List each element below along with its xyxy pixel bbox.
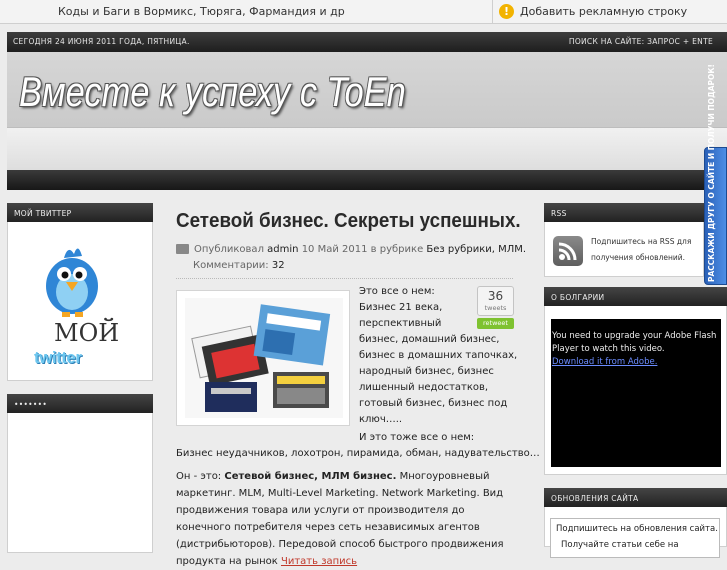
rss-icon[interactable] (553, 236, 583, 266)
tweet-count: 36 (487, 289, 504, 303)
comments-count[interactable]: 32 (272, 260, 285, 271)
lead-line: лишенный недостатков, (359, 382, 489, 393)
ad-bar-divider (492, 0, 493, 24)
flash-message: You need to upgrade your Adobe Flash Pla… (552, 330, 720, 369)
read-more-link[interactable]: Читать запись (281, 556, 357, 567)
tell-a-friend-label: РАССКАЖИ ДРУГУ О САЙТЕ И ПОЛУЧИ ПОДАРОК! (707, 64, 716, 282)
post-meta: Опубликовал admin 10 Май 2011 в рубрике … (176, 244, 526, 255)
post-categories[interactable]: Без рубрики, МЛМ. (426, 244, 526, 255)
lead-line: перспективный (359, 318, 442, 329)
twitter-widget-title: МОЙ ТВИТТЕР (7, 203, 153, 222)
post-title[interactable]: Сетевой бизнес. Секреты успешных. (176, 210, 521, 233)
subscribe-line1: Подпишитесь на обновления сайта. (556, 524, 718, 534)
ad-bar: Коды и Баги в Вормикс, Тюряга, Фармандия… (0, 0, 727, 24)
tweet-unit: tweets (484, 304, 507, 312)
ad-bar-left-link[interactable]: Коды и Баги в Вормикс, Тюряга, Фармандия… (58, 5, 345, 18)
post-date: 10 Май 2011 (301, 244, 368, 255)
post-body: Он - это: Сетевой бизнес, МЛМ бизнес. Мн… (176, 468, 511, 570)
post-lead: Это все о нем: Бизнес 21 века, перспекти… (359, 284, 518, 428)
lead-line: Это все о нем: (359, 286, 435, 297)
lead-line: народный бизнес, бизнес (359, 366, 494, 377)
post-paragraph: И это тоже все о нем: (359, 432, 475, 443)
post-paragraph: Бизнес неудачников, лохотрон, пирамида, … (176, 448, 540, 459)
menu-bar (7, 170, 727, 190)
current-date: СЕГОДНЯ 24 ИЮНЯ 2011 ГОДА, ПЯТНИЦА. (13, 37, 190, 46)
second-widget (7, 413, 153, 553)
category-label: в рубрике (370, 244, 424, 255)
twitter-moi-label: МОЙ (54, 319, 120, 347)
nav-band (7, 128, 727, 170)
body-text: Многоуровневый маркетинг. MLM, Multi-Lev… (176, 471, 504, 567)
flash-upgrade-text: You need to upgrade your Adobe Flash Pla… (552, 331, 717, 354)
published-by-label: Опубликовал (194, 244, 264, 255)
twitter-logo-text[interactable]: twitter (34, 348, 82, 368)
post-author[interactable]: admin (267, 244, 298, 255)
header-top-strip: СЕГОДНЯ 24 ИЮНЯ 2011 ГОДА, ПЯТНИЦА. ПОИС… (7, 32, 727, 52)
site-search-input[interactable]: ПОИСК НА САЙТЕ: ЗАПРОС + ENTE (569, 37, 713, 46)
retweet-button[interactable]: retweet (477, 318, 514, 329)
masthead: Вместе к успеху с ToEn (7, 52, 727, 128)
flash-video-player[interactable]: You need to upgrade your Adobe Flash Pla… (551, 319, 721, 467)
updates-widget-title: ОБНОВЛЕНИЯ САЙТА (544, 488, 727, 507)
rss-widget-title: RSS (544, 203, 704, 222)
rss-subscribe-text[interactable]: Подпишитесь на RSS для получения обновле… (591, 234, 701, 266)
twitter-bird-icon[interactable] (42, 240, 102, 318)
post-comments: Комментарии: 32 (193, 260, 285, 271)
retweet-widget: 36 tweets retweet (477, 286, 514, 330)
post-image-frame (176, 290, 350, 426)
lead-line: бизнес в домашних тапочках, (359, 350, 518, 361)
lead-line: Бизнес 21 века, (359, 302, 443, 313)
second-widget-title: ••••••• (7, 394, 153, 413)
body-bold: Сетевой бизнес, МЛМ бизнес. (224, 471, 397, 482)
warning-icon: ! (499, 4, 514, 19)
post-meta-divider (176, 278, 513, 279)
comments-label: Комментарии: (193, 260, 269, 271)
tell-a-friend-tab[interactable]: РАССКАЖИ ДРУГУ О САЙТЕ И ПОЛУЧИ ПОДАРОК! (704, 64, 727, 285)
site-title[interactable]: Вместе к успеху с ToEn (19, 68, 406, 116)
post-author-icon (176, 244, 189, 254)
post-image (185, 298, 343, 418)
tweet-counter: 36 tweets (477, 286, 514, 316)
lead-line: бизнес, домашний бизнес, (359, 334, 500, 345)
add-ad-line-link[interactable]: Добавить рекламную строку (520, 5, 687, 18)
lead-line: готовый бизнес, бизнес под (359, 398, 508, 409)
flash-download-link[interactable]: Download it from Adobe. (552, 357, 657, 367)
subscribe-line2: Получайте статьи себе на (561, 540, 679, 550)
body-prefix: Он - это: (176, 471, 222, 482)
bulgaria-widget-title: О БОЛГАРИИ (544, 287, 727, 306)
lead-line: ключ….. (359, 414, 403, 425)
subscribe-box: Подпишитесь на обновления сайта. Получай… (550, 518, 720, 558)
